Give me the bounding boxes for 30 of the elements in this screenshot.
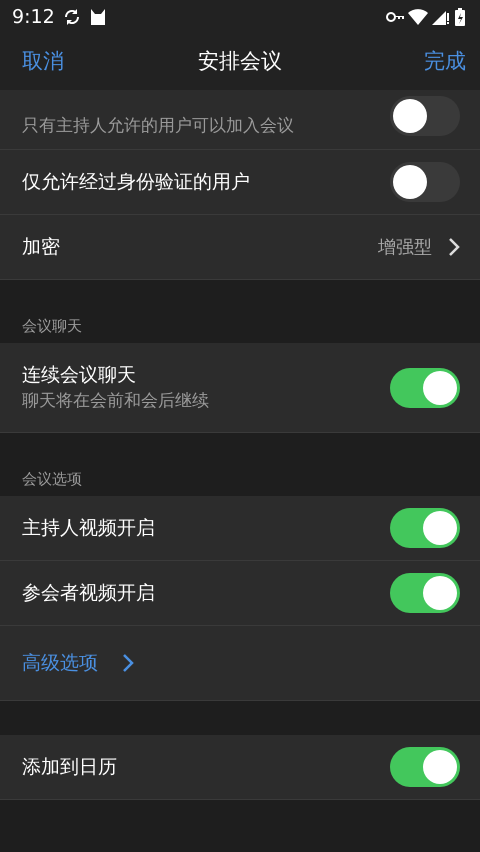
setting-label: 主持人视频开启 (22, 516, 155, 541)
chevron-right-icon (448, 237, 460, 257)
sync-icon (62, 8, 81, 26)
done-button[interactable]: 完成 (424, 46, 466, 78)
cat-icon (88, 7, 107, 27)
cancel-button[interactable]: 取消 (22, 46, 64, 78)
encryption-selector[interactable]: 增强型 (378, 234, 460, 260)
key-icon (386, 11, 404, 23)
setting-label: 加密 (22, 234, 60, 260)
chevron-right-icon (122, 653, 134, 673)
advanced-options-link[interactable]: 高级选项 (22, 648, 134, 678)
section-header: 会议选项 (22, 468, 82, 490)
wifi-icon (408, 9, 428, 25)
screen-title: 安排会议 (198, 48, 282, 76)
toggle-switch[interactable] (390, 162, 460, 202)
signal-icon (432, 9, 450, 25)
setting-label: 仅允许经过身份验证的用户 (22, 170, 250, 195)
setting-label: 连续会议聊天 (22, 362, 137, 388)
toggle-switch[interactable] (390, 508, 460, 548)
section-header: 会议聊天 (22, 316, 82, 336)
setting-label: 添加到日历 (22, 754, 117, 780)
toggle-switch[interactable] (390, 573, 460, 613)
setting-description: 聊天将在会前和会后继续 (22, 390, 209, 413)
setting-label: 参会者视频开启 (22, 580, 155, 606)
setting-description: 只有主持人允许的用户可以加入会议 (22, 114, 294, 138)
battery-icon (454, 7, 466, 27)
toggle-switch[interactable] (390, 747, 460, 787)
toggle-switch[interactable] (390, 368, 460, 408)
toggle-switch[interactable] (390, 96, 460, 136)
status-time: 9:12 (12, 4, 55, 30)
